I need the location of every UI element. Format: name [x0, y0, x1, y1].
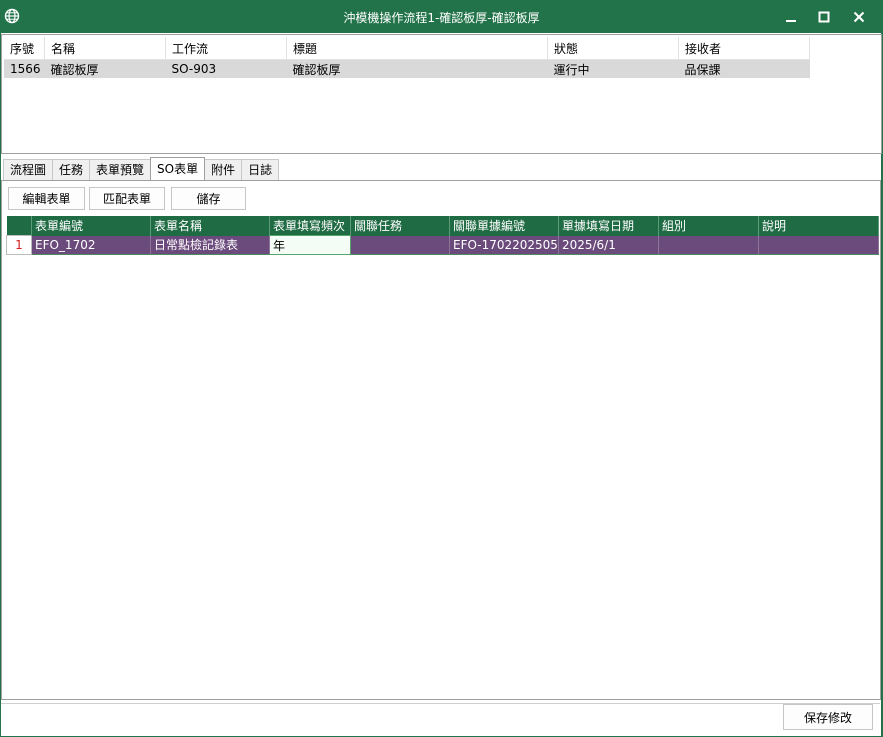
grid-cell[interactable]: EFO_1702 [31, 235, 151, 255]
save-button[interactable]: 儲存 [171, 187, 246, 210]
grid-header-row: 表單編號 表單名稱 表單填寫頻次 關聯任務 關聯單據編號 單據填寫日期 組別 說… [6, 216, 879, 236]
table-cell: 確認板厚 [44, 59, 166, 78]
close-icon [853, 11, 865, 22]
grid-cell[interactable]: 2025/6/1 [558, 235, 659, 255]
task-table: 序號 名稱 工作流 標題 狀態 接收者 1566 確認板厚 SO-903 確認板… [4, 37, 810, 78]
task-table-header: 序號 名稱 工作流 標題 狀態 接收者 [4, 37, 810, 60]
close-button[interactable] [841, 0, 877, 33]
minimize-button[interactable] [773, 0, 809, 33]
so-form-panel: 編輯表單 匹配表單 儲存 表單編號 表單名稱 表單填寫頻次 關聯任務 關聯單據編… [1, 180, 881, 700]
tab-bar: 流程圖 任務 表單預覽 SO表單 附件 日誌 [3, 157, 280, 180]
grid-cell[interactable]: EFO-1702202505 [449, 235, 559, 255]
table-cell: SO-903 [165, 59, 287, 78]
tab-tasks[interactable]: 任務 [52, 159, 91, 180]
column-header[interactable]: 標題 [286, 37, 548, 60]
column-header[interactable]: 接收者 [678, 37, 810, 60]
table-cell: 運行中 [547, 59, 679, 78]
match-form-button[interactable]: 匹配表單 [89, 187, 165, 210]
column-header[interactable]: 狀態 [547, 37, 679, 60]
tab-so-form[interactable]: SO表單 [150, 157, 206, 180]
task-list-panel: 序號 名稱 工作流 標題 狀態 接收者 1566 確認板厚 SO-903 確認板… [1, 34, 882, 154]
tab-flowchart[interactable]: 流程圖 [3, 159, 54, 180]
table-cell: 品保課 [678, 59, 810, 78]
footer-bar [1, 703, 880, 736]
row-number[interactable]: 1 [6, 235, 32, 255]
minimize-icon [786, 19, 796, 22]
table-row[interactable]: 1566 確認板厚 SO-903 確認板厚 運行中 品保課 [4, 59, 810, 78]
edit-form-button[interactable]: 編輯表單 [8, 187, 85, 210]
title-bar: 沖模機操作流程1-確認板厚-確認板厚 [0, 0, 883, 33]
grid-cell-editor[interactable]: 年 [269, 235, 351, 255]
grid-column-header[interactable]: 關聯單據編號 [449, 216, 559, 236]
grid-cell[interactable] [350, 235, 450, 255]
grid-cell[interactable] [658, 235, 759, 255]
maximize-icon [818, 11, 830, 22]
grid-corner[interactable] [6, 216, 32, 236]
table-row[interactable]: 1 EFO_1702 日常點檢記錄表 年 EFO-1702202505 2025… [6, 235, 879, 255]
grid-column-header[interactable]: 表單名稱 [150, 216, 270, 236]
grid-column-header[interactable]: 說明 [758, 216, 879, 236]
tab-form-preview[interactable]: 表單預覽 [89, 159, 152, 180]
tab-attachments[interactable]: 附件 [204, 159, 243, 180]
column-header[interactable]: 工作流 [165, 37, 287, 60]
grid-column-header[interactable]: 組別 [658, 216, 759, 236]
column-header[interactable]: 名稱 [44, 37, 166, 60]
grid-column-header[interactable]: 單據填寫日期 [558, 216, 659, 236]
save-changes-button[interactable]: 保存修改 [783, 704, 873, 730]
grid-column-header[interactable]: 表單填寫頻次 [269, 216, 351, 236]
column-header[interactable]: 序號 [4, 37, 45, 60]
table-cell: 1566 [4, 59, 45, 78]
grid-column-header[interactable]: 表單編號 [31, 216, 151, 236]
grid-cell[interactable] [758, 235, 879, 255]
tab-log[interactable]: 日誌 [241, 159, 280, 180]
grid-cell[interactable]: 日常點檢記錄表 [150, 235, 270, 255]
maximize-button[interactable] [806, 0, 842, 33]
so-form-grid: 表單編號 表單名稱 表單填寫頻次 關聯任務 關聯單據編號 單據填寫日期 組別 說… [6, 216, 879, 255]
grid-column-header[interactable]: 關聯任務 [350, 216, 450, 236]
window-title: 沖模機操作流程1-確認板厚-確認板厚 [343, 11, 540, 25]
table-cell: 確認板厚 [286, 59, 548, 78]
